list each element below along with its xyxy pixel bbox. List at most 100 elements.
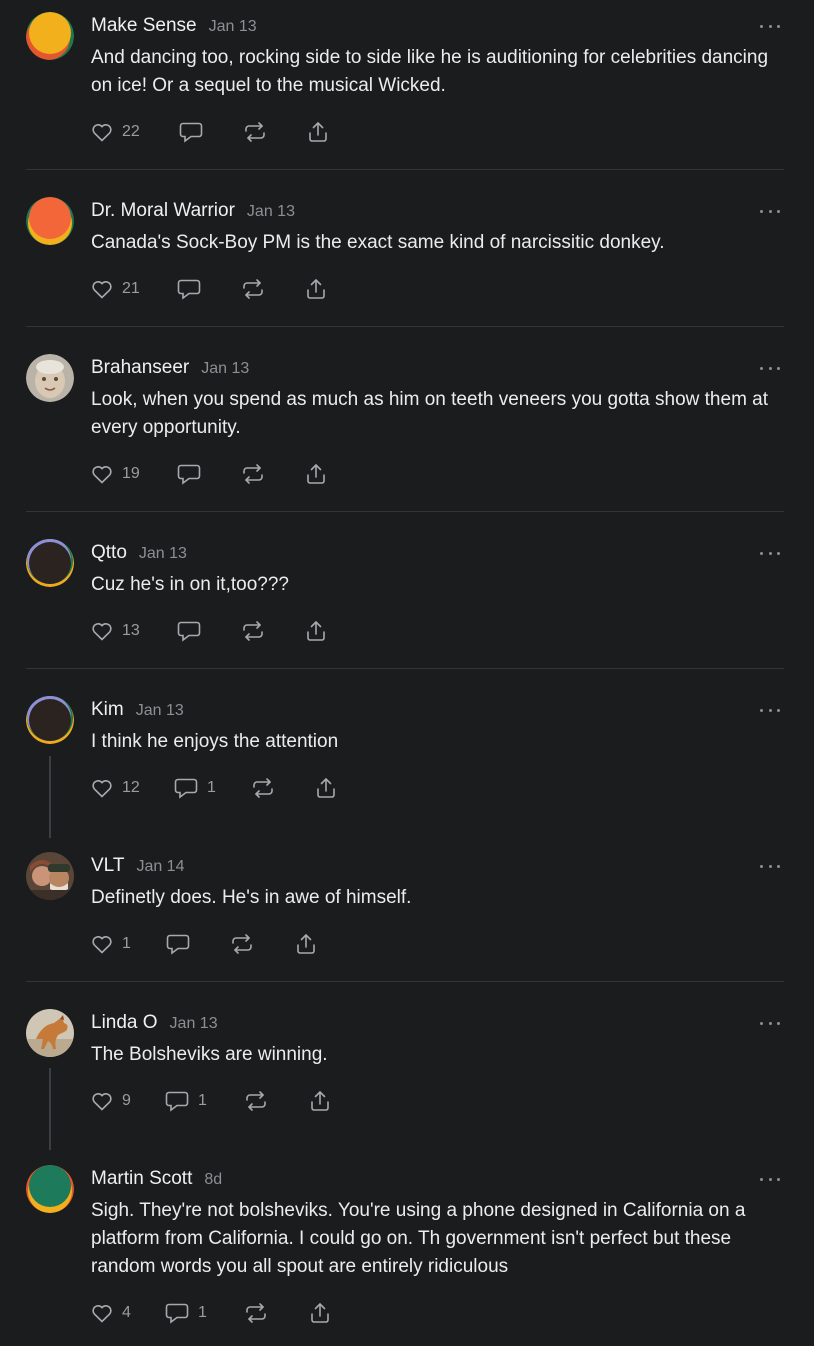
- restack-icon: [232, 934, 252, 954]
- reply-button[interactable]: [176, 461, 202, 487]
- more-options-icon[interactable]: [760, 206, 780, 216]
- comment-date: 8d: [204, 1171, 223, 1188]
- author-name[interactable]: VLT Jan 14: [91, 855, 184, 877]
- like-button[interactable]: 19: [90, 461, 140, 487]
- comment-text: Definetly does. He's in awe of himself.: [91, 887, 412, 908]
- restack-icon: [246, 1303, 266, 1323]
- reply-button[interactable]: [176, 618, 202, 644]
- author-name[interactable]: Martin Scott 8d: [91, 1168, 222, 1190]
- comment-icon: [165, 1303, 189, 1324]
- reply-button[interactable]: 1: [164, 1300, 207, 1326]
- reply-button[interactable]: [165, 931, 191, 957]
- restack-button[interactable]: [250, 775, 276, 801]
- comment-icon: [177, 464, 201, 485]
- reply-button[interactable]: 1: [173, 775, 216, 801]
- like-button[interactable]: 4: [90, 1300, 131, 1326]
- share-button[interactable]: [314, 775, 338, 801]
- like-button[interactable]: 1: [90, 931, 131, 957]
- divider: [26, 981, 784, 982]
- avatar[interactable]: [26, 354, 74, 402]
- avatar[interactable]: [26, 12, 74, 60]
- share-button[interactable]: [294, 931, 318, 957]
- restack-icon: [243, 621, 263, 641]
- like-button[interactable]: 9: [90, 1088, 131, 1114]
- share-button[interactable]: [304, 276, 328, 302]
- avatar[interactable]: [26, 1009, 74, 1057]
- comment-date: Jan 13: [169, 1015, 218, 1032]
- more-options-icon[interactable]: [760, 548, 780, 558]
- thread-line: [49, 756, 51, 838]
- more-options-icon[interactable]: [760, 21, 780, 31]
- like-count: 9: [122, 1092, 131, 1109]
- thread-line: [49, 1068, 51, 1150]
- restack-button[interactable]: [243, 1088, 269, 1114]
- reply-button[interactable]: [176, 276, 202, 302]
- share-icon: [297, 934, 315, 954]
- share-button[interactable]: [304, 461, 328, 487]
- share-icon: [317, 778, 335, 798]
- avatar[interactable]: [26, 197, 74, 245]
- restack-button[interactable]: [240, 461, 266, 487]
- author-name[interactable]: Linda O Jan 13: [91, 1012, 218, 1034]
- restack-button[interactable]: [229, 931, 255, 957]
- share-button[interactable]: [308, 1300, 332, 1326]
- comment-date: Jan 13: [201, 360, 250, 377]
- like-count: 21: [122, 280, 140, 297]
- comment-text: The Bolsheviks are winning.: [91, 1044, 328, 1065]
- heart-icon: [92, 780, 112, 798]
- comment-date: Jan 13: [208, 18, 257, 35]
- reply-button[interactable]: [178, 119, 204, 145]
- comment-text: And dancing too, rocking side to side li…: [91, 47, 769, 96]
- share-icon: [311, 1091, 329, 1111]
- comment-date: Jan 14: [136, 858, 185, 875]
- like-button[interactable]: 22: [90, 119, 140, 145]
- restack-icon: [253, 778, 273, 798]
- author-name[interactable]: Dr. Moral Warrior Jan 13: [91, 200, 295, 222]
- heart-icon: [92, 1305, 112, 1323]
- share-icon: [311, 1303, 329, 1323]
- author-name[interactable]: Kim Jan 13: [91, 699, 184, 721]
- author-name[interactable]: Qtto Jan 13: [91, 542, 187, 564]
- restack-icon: [245, 122, 265, 142]
- restack-button[interactable]: [242, 119, 268, 145]
- avatar[interactable]: [26, 852, 74, 900]
- author-name[interactable]: Brahanseer Jan 13: [91, 357, 249, 379]
- more-options-icon[interactable]: [760, 1174, 780, 1184]
- avatar[interactable]: [26, 696, 74, 744]
- like-count: 4: [122, 1304, 131, 1321]
- share-button[interactable]: [306, 119, 330, 145]
- like-button[interactable]: 13: [90, 618, 140, 644]
- restack-button[interactable]: [240, 276, 266, 302]
- more-options-icon[interactable]: [760, 861, 780, 871]
- like-count: 19: [122, 465, 140, 482]
- avatar[interactable]: [26, 1165, 74, 1213]
- like-count: 13: [122, 622, 140, 639]
- avatar[interactable]: [26, 539, 74, 587]
- share-button[interactable]: [304, 618, 328, 644]
- comment-text: I think he enjoys the attention: [91, 731, 339, 752]
- reply-count: 1: [207, 779, 216, 796]
- restack-icon: [246, 1091, 266, 1111]
- comment-text: Cuz he's in on it,too???: [91, 574, 289, 595]
- restack-icon: [243, 464, 263, 484]
- heart-icon: [92, 936, 112, 954]
- like-button[interactable]: 21: [90, 276, 140, 302]
- divider: [26, 668, 784, 669]
- comment-icon: [179, 122, 203, 143]
- comment-text: Canada's Sock-Boy PM is the exact same k…: [91, 232, 665, 253]
- comment-text: Look, when you spend as much as him on t…: [91, 389, 769, 438]
- reply-button[interactable]: 1: [164, 1088, 207, 1114]
- like-count: 12: [122, 779, 140, 796]
- share-icon: [307, 279, 325, 299]
- author-name[interactable]: Make Sense Jan 13: [91, 15, 257, 37]
- restack-button[interactable]: [243, 1300, 269, 1326]
- comment-icon: [165, 1091, 189, 1112]
- more-options-icon[interactable]: [760, 705, 780, 715]
- comment-icon: [177, 279, 201, 300]
- like-button[interactable]: 12: [90, 775, 140, 801]
- share-button[interactable]: [308, 1088, 332, 1114]
- more-options-icon[interactable]: [760, 1018, 780, 1028]
- restack-button[interactable]: [240, 618, 266, 644]
- more-options-icon[interactable]: [760, 363, 780, 373]
- comment-text: Sigh. They're not bolsheviks. You're usi…: [91, 1200, 746, 1277]
